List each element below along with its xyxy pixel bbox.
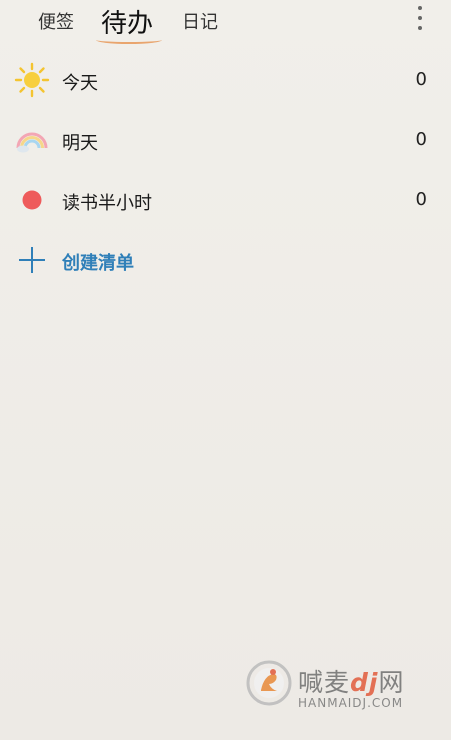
todo-screen: 便签 待办 日记 今天 0 明天 0 读书半小时 0 创建清单 喊麦dj网 HA… bbox=[0, 0, 451, 740]
watermark-url: HANMAIDJ.COM bbox=[298, 696, 404, 710]
sun-icon bbox=[14, 62, 50, 98]
watermark-title: 喊麦dj网 bbox=[298, 663, 405, 699]
list-item-custom[interactable]: 读书半小时 0 bbox=[0, 170, 451, 230]
watermark-title-post: 网 bbox=[378, 668, 405, 697]
create-list-label: 创建清单 bbox=[62, 253, 134, 274]
top-bar: 便签 待办 日记 bbox=[0, 0, 451, 44]
create-list-button[interactable]: 创建清单 bbox=[0, 230, 451, 290]
list-item-label: 今天 bbox=[62, 73, 98, 94]
list-item-count: 0 bbox=[415, 189, 427, 210]
dot-icon bbox=[418, 6, 422, 10]
watermark: 喊麦dj网 HANMAIDJ.COM bbox=[246, 660, 446, 720]
tab-diary[interactable]: 日记 bbox=[182, 8, 218, 34]
watermark-title-pre: 喊麦 bbox=[298, 668, 351, 697]
watermark-logo-icon bbox=[246, 660, 292, 706]
plus-icon bbox=[19, 247, 45, 273]
tab-todo[interactable]: 待办 bbox=[101, 3, 153, 40]
list-item-count: 0 bbox=[415, 129, 427, 150]
watermark-title-accent: dj bbox=[350, 668, 379, 697]
todo-lists: 今天 0 明天 0 读书半小时 0 创建清单 bbox=[0, 50, 451, 290]
tab-notes[interactable]: 便签 bbox=[38, 8, 74, 34]
rainbow-icon bbox=[16, 132, 48, 153]
more-options-button[interactable] bbox=[410, 6, 430, 30]
list-item-label: 读书半小时 bbox=[62, 193, 152, 214]
dot-icon bbox=[418, 16, 422, 20]
list-item-count: 0 bbox=[415, 69, 427, 90]
list-item-label: 明天 bbox=[62, 133, 98, 154]
dot-icon bbox=[418, 26, 422, 30]
list-item-tomorrow[interactable]: 明天 0 bbox=[0, 110, 451, 170]
active-tab-indicator bbox=[96, 36, 162, 44]
list-item-today[interactable]: 今天 0 bbox=[0, 50, 451, 110]
red-dot-icon bbox=[22, 190, 42, 210]
